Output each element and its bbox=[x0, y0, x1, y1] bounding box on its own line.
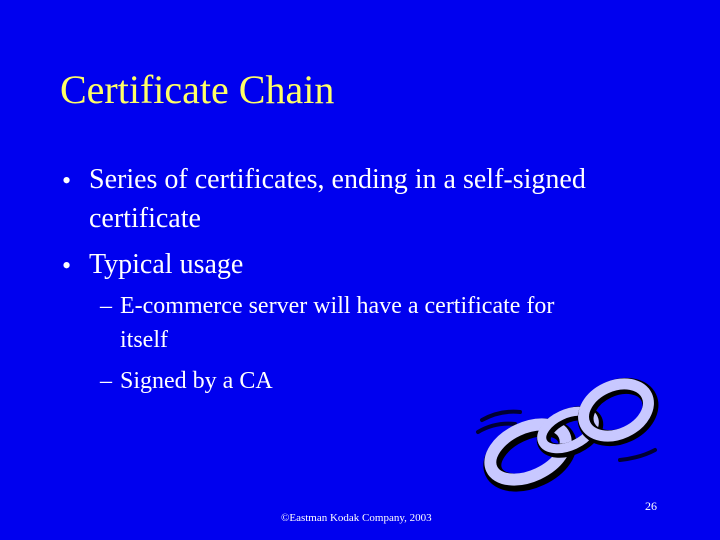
chain-links-icon bbox=[476, 377, 659, 492]
sub-bullet-marker: – bbox=[100, 293, 112, 319]
sub-bullet-text: Signed by a CA bbox=[120, 368, 273, 394]
bullet-text: Typical usage bbox=[89, 249, 244, 280]
slide-title: Certificate Chain bbox=[60, 67, 335, 112]
bullet-text: Series of certificates, ending in a self… bbox=[89, 164, 586, 195]
sub-bullet-marker: – bbox=[100, 368, 112, 394]
slide: Certificate Chain • Series of certificat… bbox=[0, 0, 720, 540]
bullet-marker: • bbox=[62, 166, 72, 195]
bullet-marker: • bbox=[62, 251, 72, 280]
sub-bullet-text: E-commerce server will have a certificat… bbox=[120, 293, 555, 319]
footer-copyright: ©Eastman Kodak Company, 2003 bbox=[281, 512, 432, 524]
page-number: 26 bbox=[645, 499, 657, 513]
sub-bullet-text-continued: itself bbox=[120, 327, 168, 353]
bullet-text-continued: certificate bbox=[89, 203, 201, 234]
